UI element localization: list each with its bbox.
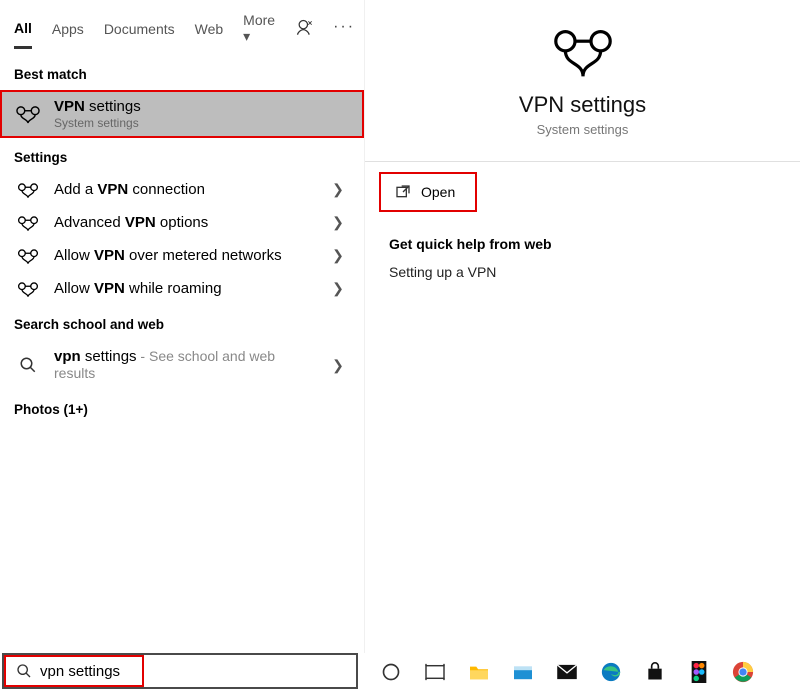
result-title: Add a VPN connection bbox=[54, 181, 314, 198]
result-title: Allow VPN over metered networks bbox=[54, 247, 314, 264]
chevron-right-icon: ❯ bbox=[326, 357, 350, 374]
app-icon-blue[interactable] bbox=[512, 661, 534, 683]
open-label: Open bbox=[421, 184, 455, 200]
vpn-icon bbox=[14, 215, 42, 231]
preview-title: VPN settings bbox=[365, 92, 800, 118]
store-icon[interactable] bbox=[644, 661, 666, 683]
filter-tabs: All Apps Documents Web More ▾ ··· bbox=[0, 0, 364, 55]
section-photos: Photos (1+) bbox=[0, 390, 364, 425]
vpn-icon bbox=[14, 182, 42, 198]
help-section-title: Get quick help from web bbox=[365, 222, 800, 264]
result-title: Allow VPN while roaming bbox=[54, 280, 314, 297]
result-allow-vpn-roaming[interactable]: Allow VPN while roaming ❯ bbox=[0, 272, 364, 305]
chevron-down-icon: ▾ bbox=[243, 28, 250, 44]
result-title: VPN settings bbox=[54, 98, 350, 115]
section-school-web: Search school and web bbox=[0, 305, 364, 340]
file-explorer-icon[interactable] bbox=[468, 661, 490, 683]
feedback-icon[interactable] bbox=[295, 18, 315, 38]
result-web-vpn-settings[interactable]: vpn settings - See school and web result… bbox=[0, 340, 364, 390]
tab-web[interactable]: Web bbox=[195, 17, 224, 47]
preview-subtitle: System settings bbox=[365, 122, 800, 137]
result-add-vpn-connection[interactable]: Add a VPN connection ❯ bbox=[0, 173, 364, 206]
result-title: Advanced VPN options bbox=[54, 214, 314, 231]
taskbar-search[interactable] bbox=[2, 653, 358, 689]
tab-documents[interactable]: Documents bbox=[104, 17, 175, 47]
chevron-right-icon: ❯ bbox=[326, 247, 350, 264]
more-options-icon[interactable]: ··· bbox=[333, 18, 355, 38]
edge-icon[interactable] bbox=[600, 661, 622, 683]
tab-all[interactable]: All bbox=[14, 16, 32, 49]
chevron-right-icon: ❯ bbox=[326, 181, 350, 198]
help-link-setting-up-vpn[interactable]: Setting up a VPN bbox=[365, 264, 800, 290]
open-icon bbox=[395, 184, 411, 200]
section-best-match: Best match bbox=[0, 55, 364, 90]
result-subtitle: System settings bbox=[54, 116, 350, 130]
cortana-icon[interactable] bbox=[380, 661, 402, 683]
search-icon bbox=[16, 663, 32, 679]
result-vpn-settings[interactable]: VPN settings System settings bbox=[0, 90, 364, 138]
figma-icon[interactable] bbox=[688, 661, 710, 683]
search-icon bbox=[14, 356, 42, 374]
mail-icon[interactable] bbox=[556, 661, 578, 683]
search-input[interactable] bbox=[40, 663, 142, 680]
vpn-icon bbox=[14, 104, 42, 124]
vpn-icon bbox=[14, 281, 42, 297]
tab-apps[interactable]: Apps bbox=[52, 17, 84, 47]
chevron-right-icon: ❯ bbox=[326, 214, 350, 231]
vpn-icon bbox=[14, 248, 42, 264]
chevron-right-icon: ❯ bbox=[326, 280, 350, 297]
open-button[interactable]: Open bbox=[379, 172, 477, 212]
result-title: vpn settings - See school and web result… bbox=[54, 348, 314, 382]
task-view-icon[interactable] bbox=[424, 661, 446, 683]
preview-header: VPN settings System settings bbox=[365, 0, 800, 162]
result-advanced-vpn-options[interactable]: Advanced VPN options ❯ bbox=[0, 206, 364, 239]
chrome-icon[interactable] bbox=[732, 661, 754, 683]
section-settings: Settings bbox=[0, 138, 364, 173]
vpn-icon-large bbox=[365, 28, 800, 80]
result-allow-vpn-metered[interactable]: Allow VPN over metered networks ❯ bbox=[0, 239, 364, 272]
tab-more[interactable]: More ▾ bbox=[243, 8, 275, 55]
